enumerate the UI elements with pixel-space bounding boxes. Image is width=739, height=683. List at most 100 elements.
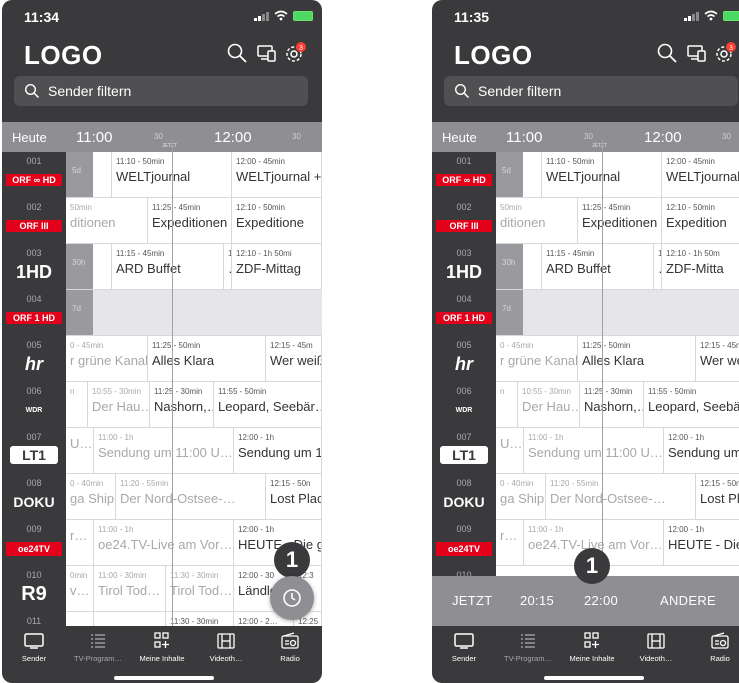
program-cell[interactable]: 11:00 - 1h Sendung um 11:00 U… [94, 428, 234, 473]
program-cell[interactable]: 11:55 - 50min Leopard, Seebär… [644, 382, 739, 427]
program-cell[interactable] [94, 612, 166, 626]
channel-item[interactable]: 005 hr [2, 336, 66, 382]
gear-icon[interactable]: 3 [284, 42, 306, 64]
program-cell[interactable]: 11:00 - 1h oe24.TV-Live am Vor… [94, 520, 234, 565]
channel-item[interactable]: 010 R9 [2, 566, 66, 612]
program-cell[interactable]: 11:55 - 50min Leopard, Seebär… [214, 382, 322, 427]
program-cell[interactable]: 12:00 - 1h Sendung um 12 [234, 428, 322, 473]
program-cell[interactable]: 11:25 - 30min Nashorn,… [150, 382, 214, 427]
channel-item[interactable]: 001 ORF ∞ HD [2, 152, 66, 198]
quick-time-other[interactable]: ANDERE [660, 593, 716, 608]
channel-item[interactable]: 007 LT1 [2, 428, 66, 474]
program-cell[interactable]: 0 - 45min r grüne Kanal [66, 336, 148, 381]
program-cell[interactable]: 12:10 - 1h 50mi ZDF-Mittag [232, 244, 322, 289]
channel-filter-field[interactable] [444, 76, 738, 106]
program-cell[interactable]: 0 - 40min ga Shippers [496, 474, 546, 519]
devices-icon[interactable] [686, 42, 708, 64]
channel-item[interactable]: 006 WDR [432, 382, 496, 428]
program-cell[interactable]: 12:00 - 1h Sendung um 1 [664, 428, 739, 473]
program-cell[interactable]: 12:00 - 45min WELTjournal + [232, 152, 322, 197]
channel-item[interactable]: 002 ORF III [432, 198, 496, 244]
channel-item[interactable]: 009 oe24TV [432, 520, 496, 566]
tab-sender[interactable]: Sender [2, 632, 66, 670]
program-cell[interactable]: n [66, 382, 88, 427]
program-cell[interactable]: 11:20 - 55min Der Nord-Ostsee-… [546, 474, 696, 519]
time-jump-button[interactable] [270, 576, 314, 620]
channel-filter-input[interactable] [48, 81, 288, 101]
search-icon[interactable] [226, 42, 248, 64]
program-cell[interactable]: 12:10 - 1h 50m ZDF-Mitta [662, 244, 739, 289]
tab-sender[interactable]: Sender [432, 632, 496, 670]
tab-tv-program[interactable]: TV-Program… [496, 632, 560, 670]
time-label-1200: 12:00 [214, 129, 252, 146]
program-cell[interactable]: 11:30 - 30min [166, 612, 234, 626]
program-cell[interactable]: 11:00 - 1h Sendung um 11:00 U… [524, 428, 664, 473]
program-cell[interactable]: 11:00 - 30min Tirol Tod… [94, 566, 166, 611]
channel-item[interactable]: 008 DOKU [2, 474, 66, 520]
program-cell[interactable]: 0min v… [66, 566, 94, 611]
program-cell[interactable]: 11:15 - 45min ARD Buffet [112, 244, 224, 289]
program-cell[interactable]: U… [496, 428, 524, 473]
time-ruler[interactable]: Heute 11:00 30 JETZT 12:00 30 [2, 122, 322, 152]
channel-item[interactable]: 004 ORF 1 HD [2, 290, 66, 336]
tab-radio[interactable]: Radio [258, 632, 322, 670]
program-cell[interactable]: n [496, 382, 518, 427]
tab-radio[interactable]: Radio [688, 632, 739, 670]
quick-time-2015[interactable]: 20:15 [520, 593, 554, 608]
program-cell[interactable]: 10:55 - 30min Der Hau… [88, 382, 150, 427]
program-cell[interactable]: 0 - 40min ga Shippers [66, 474, 116, 519]
settings-badge: 3 [299, 45, 303, 52]
channel-item[interactable]: 001 ORF ∞ HD [432, 152, 496, 198]
channel-item[interactable]: 003 1HD [432, 244, 496, 290]
program-cell[interactable]: 11:20 - 55min Der Nord-Ostsee-… [116, 474, 266, 519]
gear-icon[interactable]: 3 [714, 42, 736, 64]
program-cell[interactable]: 12:10 - 50min Expedition [662, 198, 739, 243]
program-cell[interactable]: 0 - 45min r grüne Kanal [496, 336, 578, 381]
program-cell[interactable]: 11:25 - 30min Nashorn,… [580, 382, 644, 427]
program-cell[interactable]: 11:25 - 50min Alles Klara [578, 336, 696, 381]
program-cell[interactable]: 12:15 - 50n Lost Place [266, 474, 322, 519]
tab-videoth[interactable]: Videoth… [624, 632, 688, 670]
program-cell[interactable]: 50min ditionen [66, 198, 148, 243]
channel-item[interactable]: 004 ORF 1 HD [432, 290, 496, 336]
program-cell[interactable]: 11:25 - 45min Expeditionen [578, 198, 662, 243]
program-cell[interactable]: 1…… [224, 244, 232, 289]
program-cell[interactable]: r… [66, 520, 94, 565]
quick-time-now[interactable]: JETZT [452, 593, 493, 608]
program-cell[interactable]: 11:30 - 30min Tirol Tod… [166, 566, 234, 611]
program-cell[interactable]: 10:55 - 30min Der Hau… [518, 382, 580, 427]
program-cell[interactable]: 12:15 - 45m Wer wei [696, 336, 739, 381]
channel-item[interactable]: 003 1HD [2, 244, 66, 290]
program-cell[interactable]: 11:15 - 45min ARD Buffet [542, 244, 654, 289]
program-cell[interactable] [66, 612, 94, 626]
tab-videoth[interactable]: Videoth… [194, 632, 258, 670]
program-cell[interactable]: 12:00 - 1h HEUTE - Die g [664, 520, 739, 565]
tab-meine-inhalte[interactable]: Meine Inhalte [130, 632, 194, 670]
program-cell[interactable]: 12:15 - 45m Wer weiß [266, 336, 322, 381]
channel-item[interactable]: 007 LT1 [432, 428, 496, 474]
program-cell[interactable]: 50min ditionen [496, 198, 578, 243]
program-cell[interactable]: r… [496, 520, 524, 565]
day-label[interactable]: Heute [442, 130, 477, 145]
program-cell[interactable]: 11:25 - 50min Alles Klara [148, 336, 266, 381]
devices-icon[interactable] [256, 42, 278, 64]
time-ruler[interactable]: Heute 11:00 30 JETZT 12:00 30 [432, 122, 739, 152]
search-icon[interactable] [656, 42, 678, 64]
channel-item[interactable]: 008 DOKU [432, 474, 496, 520]
program-cell[interactable]: 1…… [654, 244, 662, 289]
channel-filter-field[interactable] [14, 76, 308, 106]
channel-item[interactable]: 009 oe24TV [2, 520, 66, 566]
channel-item[interactable]: 005 hr [432, 336, 496, 382]
channel-filter-input[interactable] [478, 81, 718, 101]
program-cell[interactable]: 11:25 - 45min Expeditionen [148, 198, 232, 243]
day-label[interactable]: Heute [12, 130, 47, 145]
channel-item[interactable]: 006 WDR [2, 382, 66, 428]
program-cell[interactable]: 12:10 - 50min Expeditione [232, 198, 322, 243]
program-cell[interactable]: 12:00 - 45min WELTjournal + [662, 152, 739, 197]
program-cell[interactable]: 12:15 - 50n Lost Plac [696, 474, 739, 519]
tab-meine-inhalte[interactable]: Meine Inhalte [560, 632, 624, 670]
program-cell[interactable]: U… [66, 428, 94, 473]
channel-item[interactable]: 002 ORF III [2, 198, 66, 244]
quick-time-2200[interactable]: 22:00 [584, 593, 618, 608]
tab-tv-program[interactable]: TV-Program… [66, 632, 130, 670]
